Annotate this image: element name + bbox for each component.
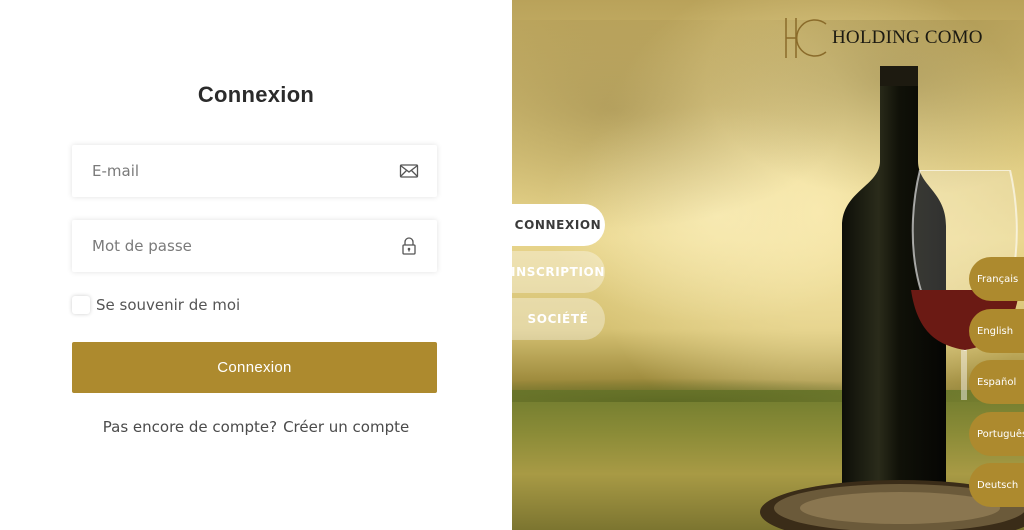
signup-line: Pas encore de compte? Créer un compte: [0, 418, 512, 436]
signup-prompt: Pas encore de compte?: [102, 418, 278, 436]
remember-checkbox[interactable]: [72, 296, 90, 314]
tab-inscription[interactable]: INSCRIPTION: [511, 251, 605, 293]
login-button[interactable]: Connexion: [72, 342, 437, 393]
language-francais[interactable]: Français: [969, 257, 1024, 301]
lock-icon: [402, 237, 416, 255]
language-espanol[interactable]: Español: [969, 360, 1024, 404]
hc-monogram-icon: [785, 18, 827, 58]
password-field-wrapper: [72, 220, 437, 272]
tab-societe[interactable]: SOCIÉTÉ: [511, 298, 605, 340]
language-portugues[interactable]: Português: [969, 412, 1024, 456]
language-deutsch[interactable]: Deutsch: [969, 463, 1024, 507]
remember-label: Se souvenir de moi: [96, 296, 241, 314]
remember-me[interactable]: Se souvenir de moi: [72, 296, 240, 314]
create-account-link[interactable]: Créer un compte: [283, 418, 409, 436]
email-field[interactable]: [72, 145, 437, 197]
brand-name: HOLDING COMO: [832, 27, 983, 48]
password-field[interactable]: [72, 220, 437, 272]
language-english[interactable]: English: [969, 309, 1024, 353]
email-field-wrapper: [72, 145, 437, 197]
envelope-icon: [399, 164, 419, 178]
tab-connexion[interactable]: CONNEXION: [511, 204, 605, 246]
page-title: Connexion: [197, 82, 315, 107]
login-panel: Connexion Se souvenir de moi Connexion P…: [0, 0, 512, 530]
brand-logo: HOLDING COMO: [782, 14, 983, 62]
